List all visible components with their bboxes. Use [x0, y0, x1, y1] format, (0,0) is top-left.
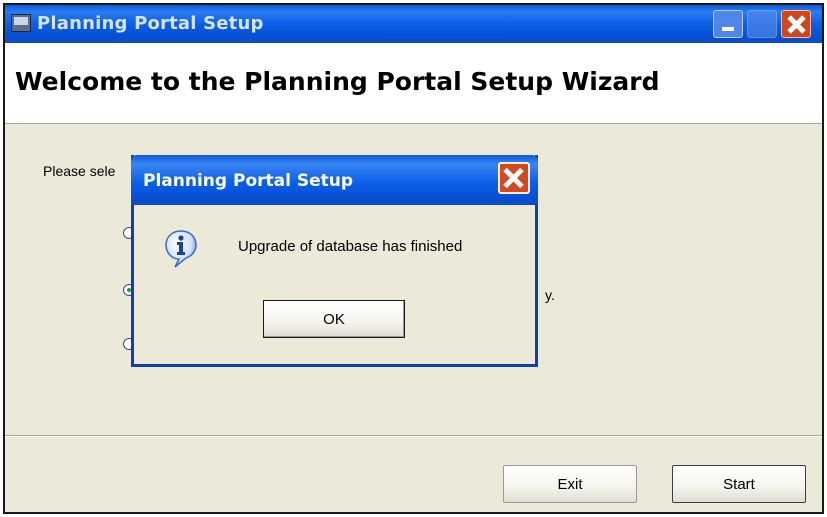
- dialog-close-button[interactable]: [498, 162, 530, 194]
- footer-divider: [5, 435, 822, 437]
- dialog-titlebar[interactable]: Planning Portal Setup: [131, 155, 538, 205]
- window-titlebar[interactable]: Planning Portal Setup: [5, 5, 822, 43]
- instruction-text: Please sele: [43, 163, 116, 179]
- wizard-header: Welcome to the Planning Portal Setup Wiz…: [5, 43, 822, 124]
- app-icon: [11, 14, 31, 32]
- option-text-fragment: y.: [545, 287, 555, 303]
- close-button[interactable]: [781, 10, 811, 38]
- window-title: Planning Portal Setup: [37, 13, 264, 34]
- message-dialog: Planning Portal Setup Upgrade of databas…: [131, 155, 538, 367]
- info-icon: [165, 230, 197, 268]
- ok-button[interactable]: OK: [263, 300, 405, 338]
- dialog-title: Planning Portal Setup: [143, 171, 354, 191]
- exit-button[interactable]: Exit: [503, 465, 637, 503]
- start-button[interactable]: Start: [672, 465, 806, 503]
- wizard-title: Welcome to the Planning Portal Setup Wiz…: [15, 67, 660, 96]
- maximize-button: [747, 10, 777, 38]
- dialog-message: Upgrade of database has finished: [238, 238, 463, 255]
- minimize-button[interactable]: [713, 10, 743, 38]
